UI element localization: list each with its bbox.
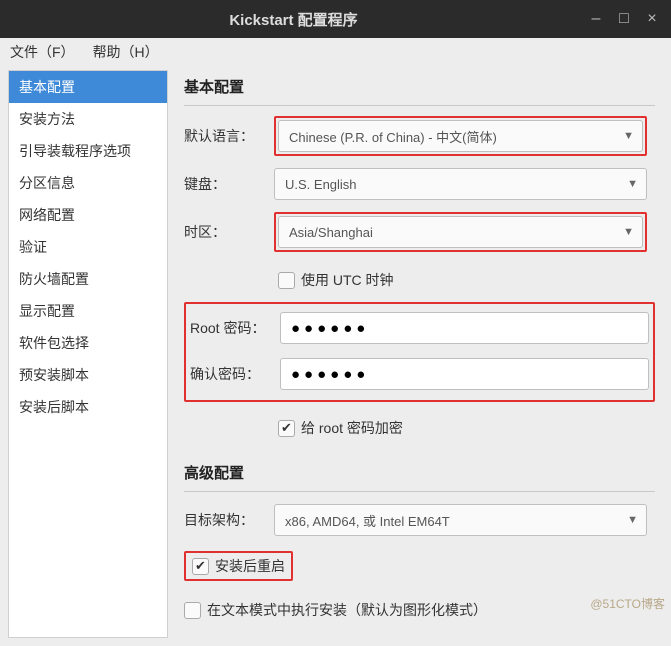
utc-checkbox-row[interactable]: 使用 UTC 时钟 [274, 270, 394, 290]
textmode-label: 在文本模式中执行安装（默认为图形化模式） [207, 600, 487, 620]
tz-value: Asia/Shanghai [289, 225, 373, 240]
tz-select[interactable]: Asia/Shanghai ▼ [278, 216, 643, 248]
sidebar-item-preinstall[interactable]: 预安装脚本 [9, 359, 167, 391]
arch-value: x86, AMD64, 或 Intel EM64T [285, 511, 450, 530]
reboot-checkbox-row[interactable]: 安装后重启 [192, 556, 285, 576]
section-basic-title: 基本配置 [184, 76, 655, 97]
keyboard-label: 键盘： [184, 174, 274, 194]
sidebar-item-packages[interactable]: 软件包选择 [9, 327, 167, 359]
root-value: ●●●●●● [291, 320, 369, 337]
chevron-down-icon: ▼ [627, 514, 638, 526]
encrypt-checkbox-row[interactable]: 给 root 密码加密 [274, 418, 403, 438]
sidebar-item-basic[interactable]: 基本配置 [9, 71, 167, 103]
maximize-button[interactable]: □ [613, 8, 635, 30]
sidebar-item-partition[interactable]: 分区信息 [9, 167, 167, 199]
chevron-down-icon: ▼ [627, 178, 638, 190]
root-label: Root 密码： [190, 318, 280, 338]
menu-help[interactable]: 帮助（H） [93, 42, 159, 62]
sidebar-item-postinstall[interactable]: 安装后脚本 [9, 391, 167, 423]
section-advanced-title: 高级配置 [184, 462, 655, 483]
arch-label: 目标架构： [184, 510, 274, 530]
arch-select[interactable]: x86, AMD64, 或 Intel EM64T ▼ [274, 504, 647, 536]
keyboard-value: U.S. English [285, 177, 357, 192]
watermark: @51CTO博客 [590, 595, 665, 612]
sidebar-item-bootloader[interactable]: 引导装载程序选项 [9, 135, 167, 167]
textmode-checkbox[interactable] [184, 602, 201, 619]
confirm-value: ●●●●●● [291, 366, 369, 383]
menubar: 文件（F） 帮助（H） [0, 38, 671, 66]
main-panel: 基本配置 默认语言： Chinese (P.R. of China) - 中文(… [168, 70, 663, 638]
confirm-label: 确认密码： [190, 364, 280, 384]
sidebar-item-install[interactable]: 安装方法 [9, 103, 167, 135]
chevron-down-icon: ▼ [623, 130, 634, 142]
menu-file[interactable]: 文件（F） [10, 42, 75, 62]
root-password-input[interactable]: ●●●●●● [280, 312, 649, 344]
tz-label: 时区： [184, 222, 274, 242]
utc-label: 使用 UTC 时钟 [301, 270, 394, 290]
close-button[interactable]: × [641, 8, 663, 30]
encrypt-label: 给 root 密码加密 [301, 418, 403, 438]
titlebar: Kickstart 配置程序 – □ × [0, 0, 671, 38]
confirm-password-input[interactable]: ●●●●●● [280, 358, 649, 390]
lang-select[interactable]: Chinese (P.R. of China) - 中文(简体) ▼ [278, 120, 643, 152]
keyboard-select[interactable]: U.S. English ▼ [274, 168, 647, 200]
encrypt-checkbox[interactable] [278, 420, 295, 437]
sidebar-item-firewall[interactable]: 防火墙配置 [9, 263, 167, 295]
lang-label: 默认语言： [184, 126, 274, 146]
sidebar-item-display[interactable]: 显示配置 [9, 295, 167, 327]
utc-checkbox[interactable] [278, 272, 295, 289]
textmode-checkbox-row[interactable]: 在文本模式中执行安装（默认为图形化模式） [184, 600, 487, 620]
reboot-checkbox[interactable] [192, 558, 209, 575]
reboot-label: 安装后重启 [215, 556, 285, 576]
sidebar-item-network[interactable]: 网络配置 [9, 199, 167, 231]
window-title: Kickstart 配置程序 [8, 9, 579, 30]
lang-value: Chinese (P.R. of China) - 中文(简体) [289, 127, 497, 146]
chevron-down-icon: ▼ [623, 226, 634, 238]
sidebar-item-auth[interactable]: 验证 [9, 231, 167, 263]
minimize-button[interactable]: – [585, 8, 607, 30]
sidebar: 基本配置 安装方法 引导装载程序选项 分区信息 网络配置 验证 防火墙配置 显示… [8, 70, 168, 638]
